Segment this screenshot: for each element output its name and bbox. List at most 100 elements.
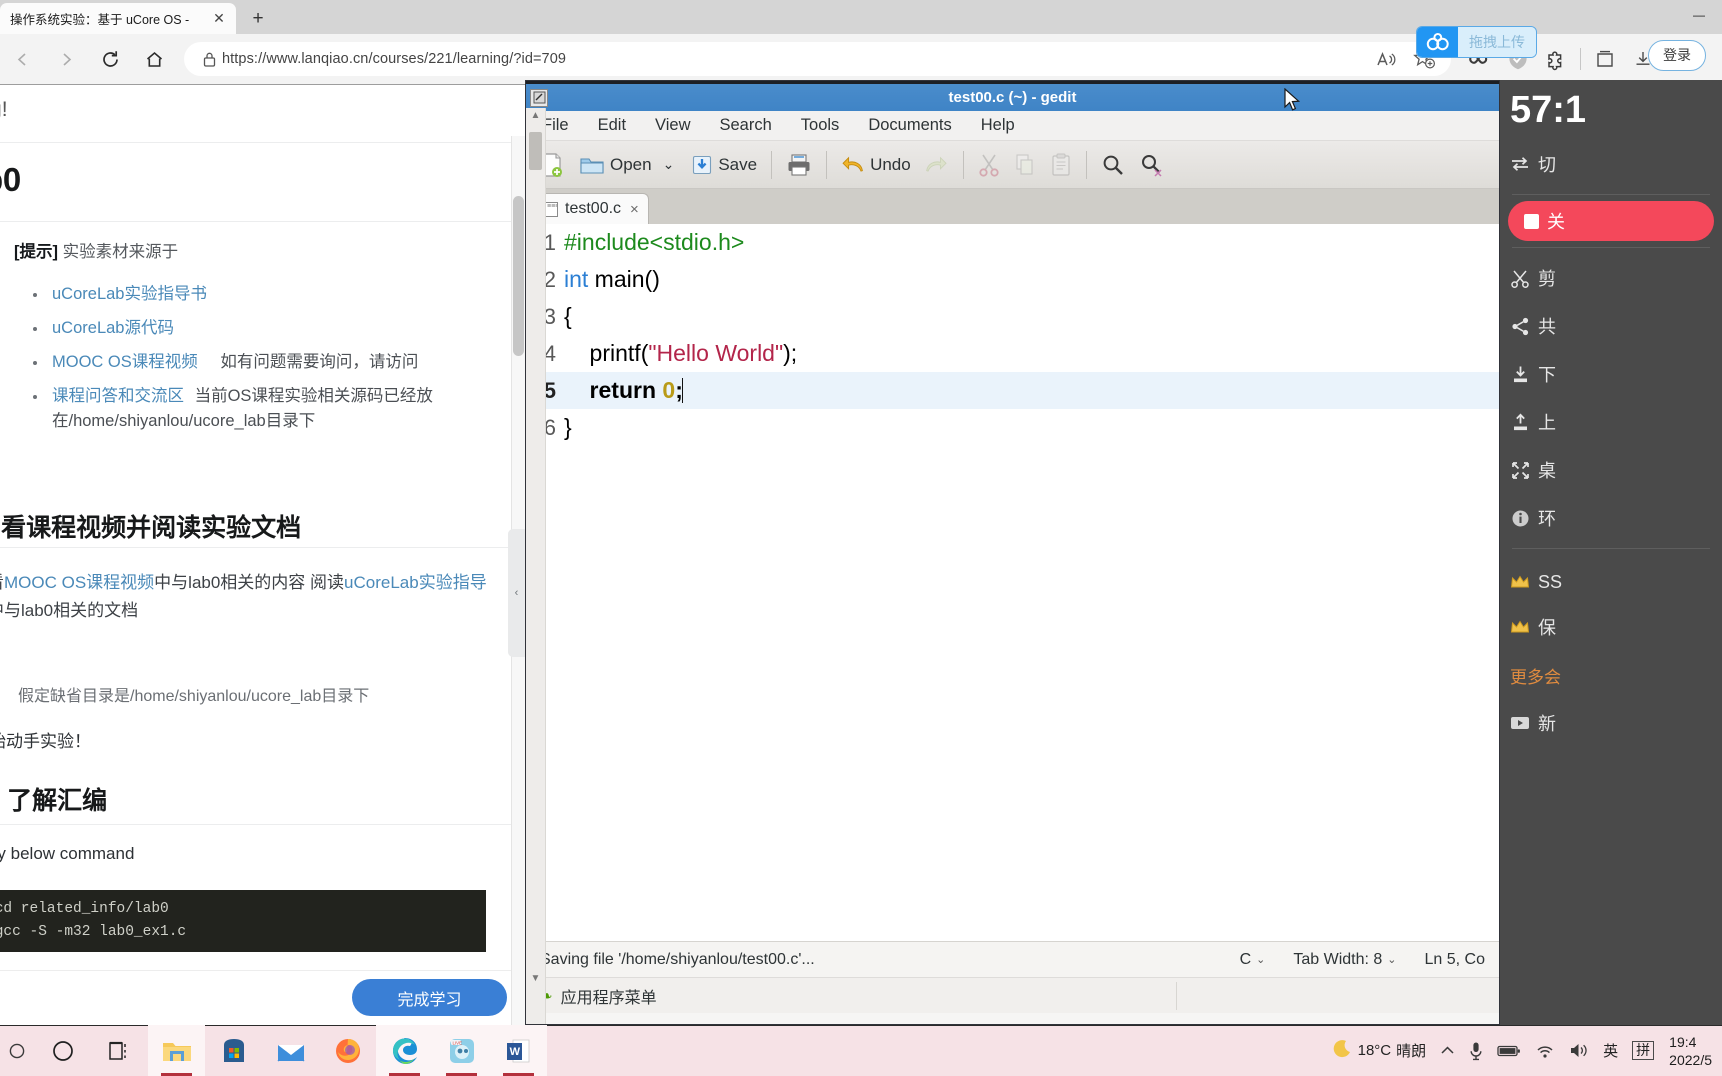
info-icon	[1510, 509, 1530, 528]
svg-text:LIVE: LIVE	[452, 1040, 462, 1045]
forward-icon[interactable]	[48, 41, 84, 77]
mail-icon[interactable]	[262, 1025, 319, 1076]
code-line[interactable]: 4 printf("Hello World");	[526, 335, 1499, 372]
code-line[interactable]: 6}	[526, 409, 1499, 446]
section-b-title: 1: 了解汇编	[0, 787, 108, 815]
code-editor[interactable]: 1 #include<stdio.h> 2 int main() 3{4 printf(…	[526, 224, 1499, 941]
clock[interactable]: 19:4 2022/5	[1661, 1033, 1716, 1069]
edge-icon[interactable]	[376, 1025, 433, 1076]
tray-expand-icon[interactable]	[1433, 1044, 1462, 1057]
code-line[interactable]: 3{	[526, 298, 1499, 335]
microsoft-store-icon[interactable]	[205, 1025, 262, 1076]
microphone-icon[interactable]	[1462, 1041, 1490, 1061]
word-icon[interactable]: W	[490, 1025, 547, 1076]
switch-environment-button[interactable]: 切	[1500, 140, 1722, 188]
sidebar-item-upload[interactable]: 上	[1500, 398, 1722, 446]
save-button[interactable]: Save	[684, 146, 764, 184]
replace-button[interactable]	[1132, 146, 1172, 184]
sidebar-item-share[interactable]: 共	[1500, 302, 1722, 350]
toolbar-divider	[771, 150, 773, 179]
menu-documents[interactable]: Documents	[866, 114, 953, 137]
sidebar-item-more-membership[interactable]: 更多会	[1500, 651, 1722, 699]
app-menu-label[interactable]: 应用程序菜单	[561, 984, 657, 1008]
volume-icon[interactable]	[1562, 1042, 1596, 1059]
page-scrollbar-thumb[interactable]	[513, 196, 524, 356]
para-mid: 中与lab0相关的内容 阅读	[154, 573, 345, 592]
sidebar-item-fullscreen[interactable]: 桌	[1500, 446, 1722, 494]
undo-button[interactable]: Undo	[834, 146, 918, 184]
close-icon[interactable]: ×	[630, 201, 639, 218]
print-button[interactable]	[779, 146, 819, 184]
scroll-down-icon[interactable]: ▼	[526, 973, 545, 984]
crown-icon	[1510, 574, 1530, 590]
weather-widget[interactable]: 18°C 晴朗	[1326, 1039, 1434, 1063]
vnc-scrollbar[interactable]: ▲ ▼	[526, 108, 546, 1024]
code-line[interactable]: 5 return 0;	[526, 372, 1499, 409]
code-content[interactable]: 1 #include<stdio.h> 2 int main() 3{4 printf(…	[526, 224, 1499, 941]
read-aloud-icon[interactable]	[1367, 40, 1405, 78]
finish-learning-button[interactable]: 完成学习	[352, 979, 507, 1016]
sidebar-item-clipboard[interactable]: 剪	[1500, 254, 1722, 302]
browser-tab[interactable]: 操作系统实验：基于 uCore OS - ✕	[0, 3, 236, 34]
resource-link[interactable]: uCoreLab源代码	[52, 319, 174, 337]
back-icon[interactable]	[4, 41, 40, 77]
inline-link-video[interactable]: MOOC OS课程视频	[4, 573, 154, 592]
live-app-icon[interactable]: LIVE	[433, 1025, 490, 1076]
scrollbar-thumb[interactable]	[529, 132, 542, 170]
resource-link[interactable]: uCoreLab实验指导书	[52, 285, 207, 303]
collections-icon[interactable]	[1586, 40, 1624, 78]
reload-icon[interactable]	[92, 41, 128, 77]
weather-desc: 晴朗	[1396, 1043, 1427, 1060]
close-icon[interactable]: ✕	[208, 8, 230, 30]
gedit-titlebar[interactable]: test00.c (~) - gedit	[526, 84, 1499, 111]
menu-help[interactable]: Help	[979, 114, 1017, 137]
login-button[interactable]: 登录	[1648, 40, 1706, 71]
tab-width-selector[interactable]: Tab Width: 8 ⌄	[1293, 951, 1396, 969]
panel-collapse-handle[interactable]: ‹	[508, 529, 525, 657]
resource-link[interactable]: MOOC OS课程视频	[52, 353, 198, 371]
sidebar-item-save-env[interactable]: 保	[1500, 603, 1722, 651]
toolbar-divider	[1580, 48, 1581, 70]
address-bar[interactable]: https://www.lanqiao.cn/courses/221/learn…	[184, 42, 1451, 76]
find-button[interactable]	[1094, 146, 1132, 184]
sidebar-item-environment-info[interactable]: 环	[1500, 494, 1722, 542]
sidebar-item-new-feature[interactable]: 新	[1500, 699, 1722, 747]
stop-environment-button[interactable]: 关	[1508, 201, 1714, 241]
widgets-icon[interactable]	[0, 1025, 34, 1076]
extension-puzzle-icon[interactable]	[1537, 40, 1575, 78]
sidebar-expand-handle[interactable]: »	[1500, 260, 1504, 365]
ime-language[interactable]: 英	[1596, 1040, 1625, 1061]
sidebar-item-download[interactable]: 下	[1500, 350, 1722, 398]
start-icon[interactable]	[34, 1025, 91, 1076]
text-caret	[681, 378, 684, 403]
new-tab-button[interactable]: +	[243, 6, 273, 31]
scroll-up-icon[interactable]: ▲	[526, 108, 545, 121]
scissors-icon	[1510, 269, 1530, 288]
wifi-icon[interactable]	[1528, 1043, 1562, 1059]
code-line[interactable]: 1 #include<stdio.h>	[526, 224, 1499, 261]
firefox-icon[interactable]	[319, 1025, 376, 1076]
home-icon[interactable]	[136, 41, 172, 77]
screen-root: 操作系统实验：基于 uCore OS - ✕ + — https://www.l…	[0, 0, 1722, 1076]
open-button[interactable]: Open	[572, 146, 659, 184]
window-controls: —	[1582, 0, 1722, 34]
resource-link[interactable]: 课程问答和交流区	[52, 387, 184, 405]
menu-search[interactable]: Search	[718, 114, 774, 137]
battery-icon[interactable]	[1490, 1044, 1528, 1058]
ime-mode[interactable]: 拼	[1625, 1041, 1661, 1060]
menu-edit[interactable]: Edit	[596, 114, 628, 137]
page-title: ab0	[0, 161, 21, 198]
language-selector[interactable]: C ⌄	[1240, 951, 1266, 969]
task-view-icon[interactable]	[91, 1025, 148, 1076]
minimize-button[interactable]: —	[1676, 0, 1722, 30]
menu-view[interactable]: View	[653, 114, 692, 137]
sidebar-item-label: 剪	[1538, 269, 1556, 289]
sidebar-item-ssh[interactable]: SS	[1500, 555, 1722, 603]
file-explorer-icon[interactable]	[148, 1025, 205, 1076]
menu-tools[interactable]: Tools	[799, 114, 842, 137]
document-tab[interactable]: ≡≡≡ test00.c ×	[534, 193, 649, 224]
page-footer-bar: 完成学习	[0, 970, 525, 1025]
onedrive-upload-badge[interactable]: 拖拽上传	[1417, 27, 1536, 57]
open-dropdown-caret[interactable]: ⌄	[659, 146, 679, 184]
code-line[interactable]: 2 int main()	[526, 261, 1499, 298]
